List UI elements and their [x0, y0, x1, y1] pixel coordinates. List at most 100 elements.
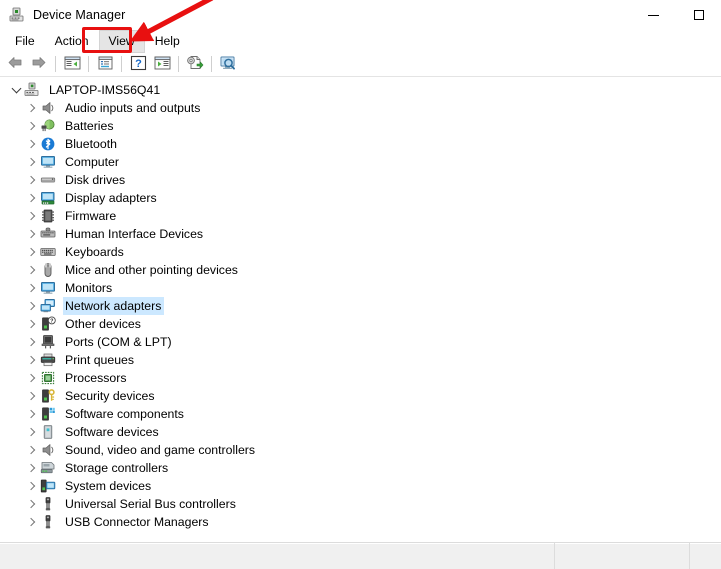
bluetooth-icon — [40, 136, 56, 152]
forward-button[interactable] — [27, 53, 51, 75]
svg-text:?: ? — [50, 319, 53, 325]
network-adapter-icon — [40, 298, 56, 314]
maximize-button[interactable] — [676, 0, 721, 30]
tree-item-label: Storage controllers — [65, 461, 169, 475]
tree-item-processors[interactable]: Processors — [0, 369, 721, 387]
chevron-right-icon[interactable] — [24, 459, 40, 477]
software-device-icon — [40, 424, 56, 440]
chevron-right-icon[interactable] — [24, 117, 40, 135]
show-hide-console-tree-icon — [64, 55, 81, 74]
show-hide-console-tree-button[interactable] — [60, 53, 84, 75]
chevron-down-icon[interactable] — [8, 81, 24, 99]
display-adapter-icon — [40, 190, 56, 206]
status-pane-3 — [690, 543, 721, 569]
tree-item-label: Firmware — [65, 209, 117, 223]
chevron-right-icon[interactable] — [24, 387, 40, 405]
menu-bar: File Action View Help — [0, 29, 721, 53]
chevron-right-icon[interactable] — [24, 297, 40, 315]
tree-item-monitors[interactable]: Monitors — [0, 279, 721, 297]
chevron-right-icon[interactable] — [24, 333, 40, 351]
toolbar-separator-5 — [211, 56, 212, 72]
tree-item-print-queues[interactable]: Print queues — [0, 351, 721, 369]
tree-item-label: Batteries — [65, 119, 114, 133]
chevron-right-icon[interactable] — [24, 423, 40, 441]
tree-item-label: Audio inputs and outputs — [65, 101, 201, 115]
chevron-right-icon[interactable] — [24, 351, 40, 369]
tree-item-label: Keyboards — [65, 245, 124, 259]
tree-item-security-devices[interactable]: Security devices — [0, 387, 721, 405]
chevron-right-icon[interactable] — [24, 495, 40, 513]
update-driver-button[interactable] — [183, 53, 207, 75]
properties-button[interactable] — [93, 53, 117, 75]
tree-item-other-devices[interactable]: ? Other devices — [0, 315, 721, 333]
chevron-right-icon[interactable] — [24, 225, 40, 243]
caption-button-group — [631, 0, 721, 30]
title-bar: Device Manager — [0, 0, 721, 30]
tree-item-disk-drives[interactable]: Disk drives — [0, 171, 721, 189]
chevron-right-icon[interactable] — [24, 477, 40, 495]
device-manager-icon — [9, 7, 25, 23]
chevron-right-icon[interactable] — [24, 153, 40, 171]
tree-item-display-adapters[interactable]: Display adapters — [0, 189, 721, 207]
menu-file[interactable]: File — [5, 30, 45, 53]
menu-help[interactable]: Help — [145, 30, 190, 53]
tree-item-sound-video-and-game-controllers[interactable]: Sound, video and game controllers — [0, 441, 721, 459]
tree-item-mice-and-other-pointing-devices[interactable]: Mice and other pointing devices — [0, 261, 721, 279]
tree-item-network-adapters[interactable]: Network adapters — [0, 297, 721, 315]
back-arrow-icon — [6, 55, 24, 74]
menu-view[interactable]: View — [98, 29, 145, 53]
chevron-right-icon[interactable] — [24, 171, 40, 189]
menu-action[interactable]: Action — [45, 30, 99, 53]
monitor-icon — [40, 154, 56, 170]
minimize-icon — [648, 14, 659, 16]
tree-item-label: Monitors — [65, 281, 113, 295]
tree-item-system-devices[interactable]: System devices — [0, 477, 721, 495]
chevron-right-icon[interactable] — [24, 135, 40, 153]
tree-item-label: Network adapters — [63, 297, 165, 315]
tree-item-firmware[interactable]: Firmware — [0, 207, 721, 225]
tree-item-label: Human Interface Devices — [65, 227, 204, 241]
chevron-right-icon[interactable] — [24, 315, 40, 333]
toolbar-separator-3 — [121, 56, 122, 72]
tree-item-computer[interactable]: Computer — [0, 153, 721, 171]
chevron-right-icon[interactable] — [24, 279, 40, 297]
help-button[interactable]: ? — [126, 53, 150, 75]
tree-item-label: Universal Serial Bus controllers — [65, 497, 236, 511]
tree-item-batteries[interactable]: Batteries — [0, 117, 721, 135]
chevron-right-icon[interactable] — [24, 441, 40, 459]
tree-item-ports-com-and-lpt[interactable]: Ports (COM & LPT) — [0, 333, 721, 351]
tree-root-node[interactable]: LAPTOP-IMS56Q41 — [0, 81, 721, 99]
tree-item-label: Display adapters — [65, 191, 157, 205]
tree-item-keyboards[interactable]: Keyboards — [0, 243, 721, 261]
chevron-right-icon[interactable] — [24, 243, 40, 261]
battery-icon — [40, 118, 56, 134]
tree-item-bluetooth[interactable]: Bluetooth — [0, 135, 721, 153]
chevron-right-icon[interactable] — [24, 369, 40, 387]
tree-item-software-components[interactable]: Software components — [0, 405, 721, 423]
disk-drive-icon — [40, 172, 56, 188]
tree-item-storage-controllers[interactable]: Storage controllers — [0, 459, 721, 477]
tree-item-label: Other devices — [65, 317, 141, 331]
device-tree[interactable]: LAPTOP-IMS56Q41 Audio inputs and outputs — [0, 77, 721, 542]
tree-item-usb-connector-managers[interactable]: USB Connector Managers — [0, 513, 721, 531]
usb-icon — [40, 496, 56, 512]
device-manager-window: Device Manager File Action View Help ? L… — [0, 0, 721, 569]
chevron-right-icon[interactable] — [24, 99, 40, 117]
tree-item-universal-serial-bus-controllers[interactable]: Universal Serial Bus controllers — [0, 495, 721, 513]
help-icon: ? — [130, 55, 147, 74]
chevron-right-icon[interactable] — [24, 207, 40, 225]
scan-for-hardware-changes-button[interactable] — [216, 53, 240, 75]
chevron-right-icon[interactable] — [24, 405, 40, 423]
back-button[interactable] — [3, 53, 27, 75]
unknown-device-icon: ? — [40, 316, 56, 332]
chevron-right-icon[interactable] — [24, 261, 40, 279]
chevron-right-icon[interactable] — [24, 513, 40, 531]
minimize-button[interactable] — [631, 0, 676, 30]
chevron-right-icon[interactable] — [24, 189, 40, 207]
keyboard-icon — [40, 244, 56, 260]
tree-item-software-devices[interactable]: Software devices — [0, 423, 721, 441]
tree-item-human-interface-devices[interactable]: Human Interface Devices — [0, 225, 721, 243]
tree-item-audio-inputs-and-outputs[interactable]: Audio inputs and outputs — [0, 99, 721, 117]
show-hide-action-pane-button[interactable] — [150, 53, 174, 75]
update-driver-icon — [186, 55, 204, 74]
